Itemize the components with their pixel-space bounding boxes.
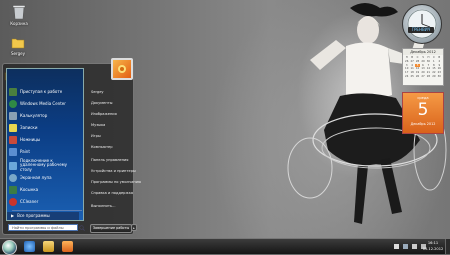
taskbar-date: 05.12.2012 [422, 247, 444, 251]
flower-icon [118, 65, 126, 73]
media-player-icon[interactable] [62, 241, 73, 252]
program-item-paint[interactable]: Paint [9, 147, 81, 157]
taskbar: 16:11 05.12.2012 [0, 238, 450, 255]
calculator-icon [9, 112, 17, 120]
shutdown-button[interactable]: Завершение работы [90, 224, 132, 233]
start-right-devices-printers[interactable]: Устройства и принтеры [91, 169, 136, 173]
start-right-help[interactable]: Справка и поддержка [91, 191, 133, 195]
clock-gadget[interactable] [402, 4, 442, 44]
arrow-right-icon: ▶ [11, 213, 15, 218]
programs-divider [12, 210, 82, 211]
calendar-day-number: 5 [417, 100, 429, 120]
program-item-media-center[interactable]: Windows Media Center [9, 99, 81, 109]
start-right-computer[interactable]: Компьютер [91, 145, 113, 149]
sticky-notes-icon [9, 124, 17, 132]
start-right-user[interactable]: Sergey [91, 90, 104, 94]
calendar-day-cell[interactable]: 30 [437, 75, 442, 79]
start-right-control-panel[interactable]: Панель управления [91, 158, 128, 162]
clock-face-icon [407, 9, 437, 39]
search-icon [79, 225, 85, 231]
folder-icon [11, 38, 25, 49]
scissors-icon [9, 136, 17, 144]
start-search-input[interactable]: Найти программы и файлы [8, 224, 85, 231]
media-center-icon [9, 100, 17, 108]
program-item-snipping-tool[interactable]: Ножницы [9, 135, 81, 145]
program-item-sticky-notes[interactable]: Записки [9, 123, 81, 133]
program-item-solitaire[interactable]: Косынка [9, 185, 81, 195]
flag-icon[interactable] [394, 244, 399, 249]
all-programs-button[interactable]: ▶ Все программы [7, 212, 79, 220]
desktop-icon-user-folder[interactable]: Sergey [3, 36, 33, 56]
start-right-games[interactable]: Игры [91, 134, 101, 138]
start-menu: Приступая к работе Windows Media Center … [2, 58, 141, 235]
ccleaner-icon [9, 198, 17, 206]
program-item-calculator[interactable]: Калькулятор [9, 111, 81, 121]
remote-desktop-icon [9, 161, 17, 170]
calendar-grid: П В С Ч П С В 26 27 28 29 30 1 2 3 4 5 6 7 8 9 10 11 12 13 14 15 16… [403, 55, 443, 80]
calendar-date-card[interactable]: среда 5 Декабрь 2012 [402, 92, 444, 134]
paint-icon [9, 148, 17, 156]
calendar-month-year: Декабрь 2012 [410, 122, 436, 126]
desktop-icon-label: Корзина [10, 21, 28, 26]
start-right-music[interactable]: Музыка [91, 123, 105, 127]
desktop-icon-label: Sergey [11, 51, 25, 56]
start-right-documents[interactable]: Документы [91, 101, 113, 105]
program-item-magnifier[interactable]: Экранная лупа [9, 173, 81, 183]
getting-started-icon [9, 88, 17, 96]
shutdown-options-button[interactable]: ▸ [131, 224, 137, 231]
start-menu-programs-pane: Приступая к работе Windows Media Center … [6, 68, 84, 221]
explorer-icon[interactable] [43, 241, 54, 252]
program-item-ccleaner[interactable]: CCleaner [9, 197, 81, 207]
volume-icon[interactable] [412, 244, 417, 249]
start-right-default-programs[interactable]: Программы по умолчанию [91, 180, 141, 184]
show-desktop-button[interactable] [445, 239, 450, 254]
search-placeholder: Найти программы и файлы [12, 226, 64, 230]
start-right-pictures[interactable]: Изображения [91, 112, 117, 116]
ie-icon[interactable] [24, 241, 35, 252]
solitaire-icon [9, 186, 17, 194]
recycle-bin-icon [12, 5, 26, 20]
clock-gadget-label: ГРЕНВИЧ [408, 27, 434, 33]
program-item-getting-started[interactable]: Приступая к работе [9, 87, 81, 97]
magnifier-icon [9, 174, 17, 182]
network-icon[interactable] [403, 244, 408, 249]
taskbar-clock[interactable]: 16:11 05.12.2012 [422, 240, 444, 252]
all-programs-label: Все программы [17, 213, 50, 218]
start-right-run[interactable]: Выполнить... [91, 204, 115, 208]
program-item-remote-desktop[interactable]: Подключение к удаленному рабочему столу [9, 158, 81, 172]
desktop-background: Корзина Sergey ГРЕНВИЧ Декабрь 2012 П В … [0, 0, 450, 255]
calendar-gadget[interactable]: Декабрь 2012 П В С Ч П С В 26 27 28 29 30 1 2 3 4 5 6 7 8 9 1… [402, 48, 444, 86]
desktop-icon-recycle-bin[interactable]: Корзина [4, 4, 34, 26]
user-picture[interactable] [111, 58, 133, 80]
